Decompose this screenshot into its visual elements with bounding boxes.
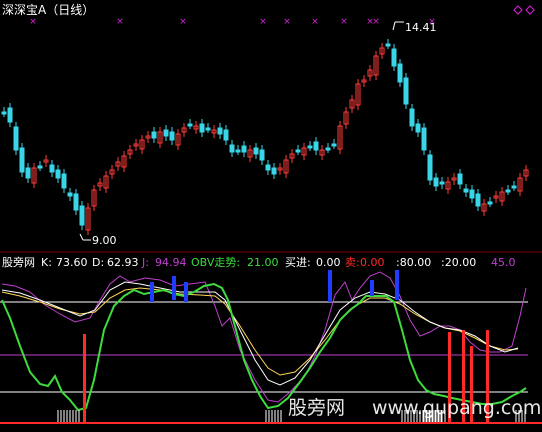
- candle-body: [61, 173, 67, 189]
- buyin-label: 买进:: [285, 256, 311, 269]
- candle-body: [241, 145, 247, 153]
- candle-body: [331, 143, 337, 147]
- signal-bar: [370, 280, 374, 296]
- signal-bar: [172, 276, 176, 300]
- candle-body: [37, 165, 43, 169]
- candle-body: [391, 48, 397, 67]
- window-title: 深深宝A（日线）: [2, 3, 94, 17]
- signal-bar: [150, 282, 154, 302]
- candle-body: [259, 149, 265, 161]
- candle-body: [25, 167, 31, 179]
- marker-x: ×: [259, 17, 267, 27]
- obv-value: 21.00: [247, 256, 279, 269]
- obv-line: [1, 282, 527, 412]
- candle-body: [313, 141, 319, 151]
- candle-body: [67, 192, 73, 197]
- candle-body: [385, 43, 391, 47]
- buyin-value: 0.00: [316, 256, 341, 269]
- candle-body: [325, 147, 331, 151]
- d-value: 62.93: [107, 256, 139, 269]
- restore-icon[interactable]: [513, 5, 523, 15]
- candle-body: [235, 149, 241, 153]
- d-label: D:: [92, 256, 104, 269]
- candle-body: [463, 188, 469, 193]
- signal-bar: [328, 270, 332, 302]
- low-label: 9.00: [92, 234, 117, 247]
- candle-body: [199, 123, 205, 133]
- level-45: 45.0: [491, 256, 516, 269]
- watermark-cn: 股旁网: [288, 397, 345, 419]
- candle-body: [265, 164, 271, 171]
- marker-x: ×: [29, 17, 37, 27]
- candle-body: [55, 169, 61, 179]
- candle-body: [403, 77, 409, 105]
- candle-body: [475, 193, 481, 207]
- k-value: 73.60: [56, 256, 88, 269]
- indicator-legend: 股旁网 K: 73.60 D: 62.93 J: 94.94 OBV走势: 21…: [2, 255, 516, 269]
- candle-body: [439, 181, 445, 185]
- candle-body: [7, 107, 13, 123]
- candle-body: [487, 201, 493, 205]
- candle-body: [409, 108, 415, 127]
- j-label: J:: [141, 256, 149, 269]
- indicator-name: 股旁网: [2, 255, 35, 269]
- candle-body: [511, 185, 517, 189]
- j-line: [1, 271, 527, 403]
- buy-spike: [83, 334, 86, 422]
- chart-window: 深深宝A（日线） × × × × × × × × × × 14.41 9.00 股旁网 K: 73…: [0, 0, 542, 428]
- candle-body: [433, 177, 439, 187]
- candle-body: [19, 147, 25, 173]
- candle-body: [271, 167, 277, 175]
- level-80: :80.00: [396, 256, 431, 269]
- candle-body: [295, 149, 301, 153]
- candle-body: [1, 111, 7, 115]
- marker-x: ×: [372, 17, 380, 27]
- close-icon[interactable]: [525, 5, 535, 15]
- k-line: [1, 281, 519, 386]
- candlestick-series: [1, 39, 529, 235]
- candle-body: [469, 189, 475, 199]
- watermark: 股旁网 www.gupang.com: [288, 397, 541, 419]
- marker-x: ×: [283, 17, 291, 27]
- j-value: 94.94: [155, 256, 187, 269]
- obv-label: OBV走势:: [191, 256, 240, 269]
- marker-x: ×: [311, 17, 319, 27]
- candle-body: [421, 127, 427, 151]
- level-20: :20.00: [441, 256, 476, 269]
- candle-body: [307, 145, 313, 149]
- candle-body: [229, 144, 235, 153]
- candle-body: [457, 173, 463, 185]
- sell-label: 卖:: [345, 256, 360, 269]
- marker-x: ×: [179, 17, 187, 27]
- candle-body: [163, 129, 169, 137]
- candle-body: [73, 193, 79, 211]
- candle-body: [169, 131, 175, 141]
- candle-body: [217, 127, 223, 135]
- candle-body: [223, 129, 229, 141]
- d-line: [1, 287, 519, 376]
- high-annotation: 14.41: [392, 21, 437, 34]
- k-label: K:: [41, 256, 52, 269]
- candle-body: [415, 123, 421, 133]
- candle-body: [49, 164, 55, 173]
- candle-body: [187, 123, 193, 127]
- low-annotation: 9.00: [79, 233, 117, 247]
- high-label: 14.41: [405, 21, 437, 34]
- candle-body: [427, 154, 433, 181]
- candle-body: [505, 189, 511, 193]
- watermark-url: www.gupang.com: [372, 397, 541, 419]
- candle-body: [253, 147, 259, 155]
- marker-x: ×: [116, 17, 124, 27]
- sell-value: 0.00: [360, 256, 385, 269]
- candle-body: [151, 131, 157, 139]
- signal-bar: [184, 282, 188, 302]
- panel-controls[interactable]: [513, 5, 535, 15]
- signal-markers: × × × × × × × ×× ×: [29, 17, 436, 27]
- candle-body: [397, 63, 403, 83]
- candle-body: [13, 126, 19, 151]
- candle-body: [205, 127, 211, 131]
- candle-body: [79, 205, 85, 226]
- marker-x: ×: [340, 17, 348, 27]
- signal-bar: [395, 270, 399, 300]
